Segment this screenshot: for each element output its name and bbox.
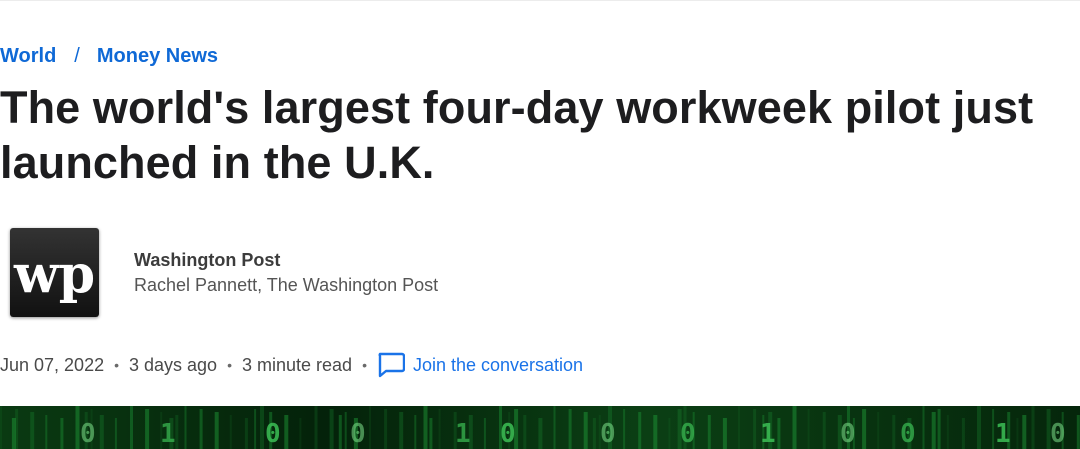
top-divider bbox=[0, 0, 1080, 1]
hero-image[interactable]: 0100100010010 bbox=[0, 406, 1080, 449]
publisher-logo[interactable]: wp bbox=[10, 228, 99, 317]
breadcrumb-world[interactable]: World bbox=[0, 45, 56, 68]
join-conversation-link[interactable]: Join the conversation bbox=[377, 352, 583, 378]
breadcrumb-separator: / bbox=[74, 44, 80, 67]
join-conversation-label: Join the conversation bbox=[412, 354, 584, 375]
meta-separator: • bbox=[362, 357, 367, 373]
washington-post-logo-icon: wp bbox=[13, 244, 95, 305]
hero-digit: 1 bbox=[455, 419, 471, 449]
breadcrumb-money-news[interactable]: Money News bbox=[97, 45, 218, 68]
article-meta: Jun 07, 2022 • 3 days ago • 3 minute rea… bbox=[0, 352, 583, 378]
logo-text: wp bbox=[13, 244, 95, 305]
hero-digit: 0 bbox=[900, 419, 916, 449]
article-page: World / Money News The world's largest f… bbox=[0, 0, 1080, 449]
hero-digit: 0 bbox=[680, 419, 696, 449]
hero-digit: 1 bbox=[160, 419, 176, 449]
author-name: Rachel Pannett, The Washington Post bbox=[134, 275, 439, 295]
matrix-digital-rain-image: 0100100010010 bbox=[0, 406, 1080, 449]
hero-digit: 1 bbox=[995, 419, 1011, 449]
hero-digit: 0 bbox=[80, 419, 96, 449]
meta-separator: • bbox=[227, 357, 232, 373]
byline: Washington Post Rachel Pannett, The Wash… bbox=[134, 248, 438, 297]
relative-time: 3 days ago bbox=[129, 354, 218, 375]
breadcrumb: World / Money News bbox=[0, 44, 218, 68]
hero-digit: 0 bbox=[350, 419, 366, 449]
hero-digit: 0 bbox=[840, 419, 856, 449]
read-time: 3 minute read bbox=[241, 354, 353, 375]
comment-bubble-icon bbox=[378, 352, 405, 378]
article-headline: The world's largest four-day workweek pi… bbox=[0, 82, 1034, 188]
hero-digit: 0 bbox=[500, 419, 516, 449]
hero-digit: 1 bbox=[760, 419, 776, 449]
publish-date: Jun 07, 2022 bbox=[0, 354, 105, 375]
meta-separator: • bbox=[114, 357, 119, 373]
hero-digit: 0 bbox=[600, 419, 616, 449]
hero-digit: 0 bbox=[1050, 419, 1066, 449]
publisher-name[interactable]: Washington Post bbox=[134, 248, 438, 272]
hero-digit: 0 bbox=[265, 419, 281, 449]
